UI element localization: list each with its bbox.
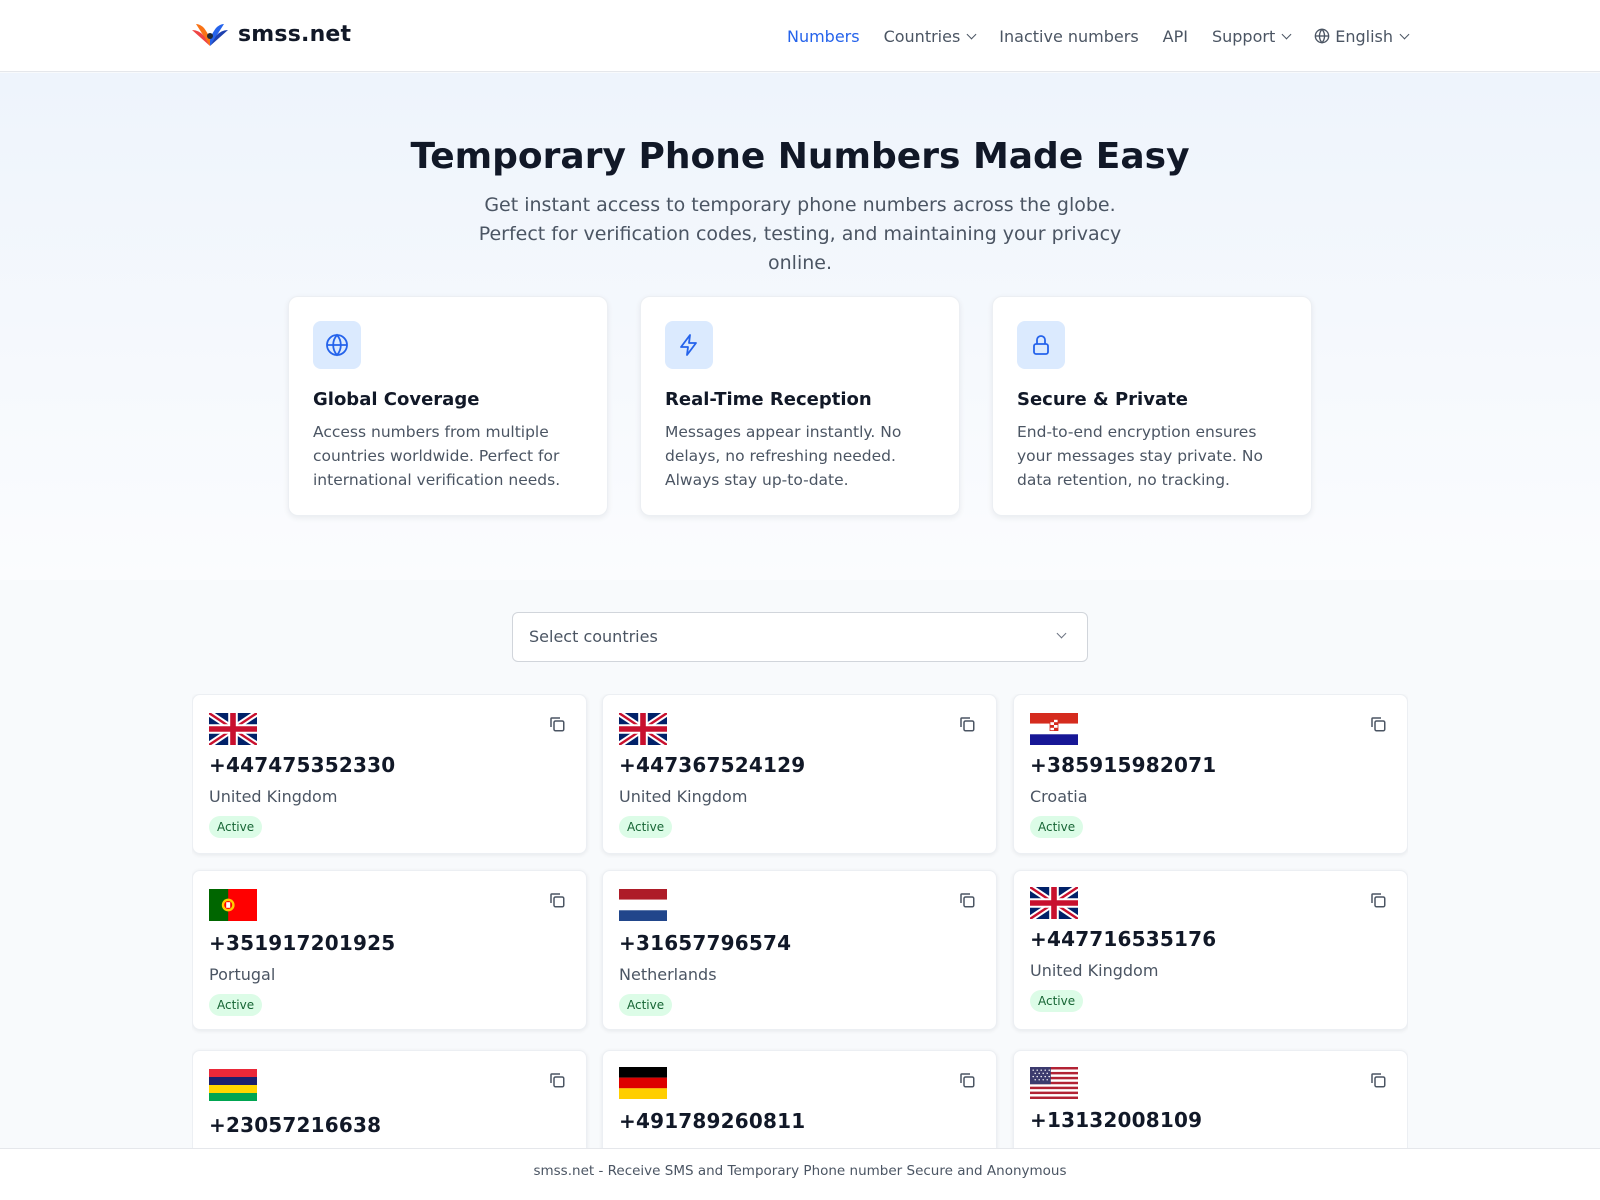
copy-icon[interactable] [958, 1071, 976, 1089]
copy-icon[interactable] [1369, 715, 1387, 733]
feature-cards: Global Coverage Access numbers from mult… [288, 296, 1312, 516]
copy-icon[interactable] [548, 891, 566, 909]
feature-title: Global Coverage [313, 389, 480, 410]
phone-number: +31657796574 [619, 931, 792, 955]
number-card[interactable]: +447475352330 United Kingdom Active [192, 694, 587, 854]
chevron-down-icon [1281, 29, 1292, 39]
chevron-down-icon [966, 29, 977, 39]
nav-item-api-label: API [1162, 26, 1188, 46]
copy-icon[interactable] [958, 891, 976, 909]
phone-number: +447367524129 [619, 753, 806, 777]
netherlands-flag-icon [619, 889, 667, 921]
hero-subtitle: Get instant access to temporary phone nu… [478, 194, 1122, 274]
nav-item-api[interactable]: API [1163, 27, 1188, 46]
feature-icon-wrapper [1017, 321, 1065, 369]
phone-number: +13132008109 [1030, 1108, 1203, 1132]
phone-number: +491789260811 [619, 1109, 806, 1133]
feature-card-secure-private: Secure & Private End-to-end encryption e… [992, 296, 1312, 516]
usa-flag-icon [1030, 1067, 1078, 1099]
number-card[interactable]: +447367524129 United Kingdom Active [602, 694, 997, 854]
phone-number: +447716535176 [1030, 927, 1217, 951]
copy-icon[interactable] [1369, 1071, 1387, 1089]
copy-icon[interactable] [548, 1071, 566, 1089]
globe-icon [326, 333, 348, 357]
nav-item-countries[interactable]: Countries [883, 26, 977, 46]
country-name: Croatia [1030, 787, 1088, 806]
footer-text: smss.net - Receive SMS and Temporary Pho… [533, 1163, 1067, 1179]
number-card[interactable]: +447716535176 United Kingdom Active [1013, 870, 1408, 1030]
feature-title: Secure & Private [1017, 389, 1188, 410]
country-name: United Kingdom [209, 787, 338, 806]
phone-number: +23057216638 [209, 1113, 382, 1137]
language-selector[interactable]: English [1314, 26, 1410, 46]
uk-flag-icon [1030, 887, 1078, 919]
phone-number: +351917201925 [209, 931, 396, 955]
uk-flag-icon [209, 713, 257, 745]
nav-item-numbers[interactable]: Numbers [787, 27, 860, 46]
feature-icon-wrapper [313, 321, 361, 369]
number-card[interactable]: +351917201925 Portugal Active [192, 870, 587, 1030]
hero-section: Temporary Phone Numbers Made Easy Get in… [0, 73, 1600, 580]
country-name: United Kingdom [619, 787, 748, 806]
copy-icon[interactable] [1369, 891, 1387, 909]
country-name: Portugal [209, 965, 276, 984]
number-card[interactable]: +491789260811 [602, 1050, 997, 1148]
number-card[interactable]: +13132008109 [1013, 1050, 1408, 1148]
copy-icon[interactable] [548, 715, 566, 733]
phone-number: +385915982071 [1030, 753, 1217, 777]
page-footer: smss.net - Receive SMS and Temporary Pho… [0, 1148, 1600, 1200]
language-label: English [1335, 26, 1393, 46]
globe-icon [1314, 28, 1330, 44]
nav-item-support-label: Support [1211, 26, 1276, 46]
germany-flag-icon [619, 1067, 667, 1099]
status-badge: Active [209, 816, 263, 838]
uk-flag-icon [619, 713, 667, 745]
portugal-flag-icon [209, 889, 257, 921]
phone-number: +447475352330 [209, 753, 396, 777]
chevron-down-icon [1056, 628, 1067, 639]
mauritius-flag-icon [209, 1069, 257, 1101]
nav-item-inactive-numbers[interactable]: Inactive numbers [999, 27, 1138, 46]
copy-icon[interactable] [958, 715, 976, 733]
lock-icon [1033, 335, 1049, 355]
country-name: United Kingdom [1030, 961, 1159, 980]
feature-description: Messages appear instantly. No delays, no… [665, 423, 902, 489]
top-navbar: smss.net Numbers Countries Inactive numb… [0, 0, 1600, 72]
bird-logo-icon [192, 24, 228, 46]
lightning-icon [680, 334, 697, 356]
country-name: Netherlands [619, 965, 717, 984]
nav-item-countries-label: Countries [883, 26, 961, 46]
nav-item-inactive-label: Inactive numbers [999, 26, 1139, 46]
country-select-placeholder: Select countries [529, 627, 658, 646]
feature-icon-wrapper [665, 321, 713, 369]
feature-card-real-time: Real-Time Reception Messages appear inst… [640, 296, 960, 516]
number-card[interactable]: +385915982071 Croatia Active [1013, 694, 1408, 854]
country-select-dropdown[interactable]: Select countries [512, 612, 1088, 662]
hero-title: Temporary Phone Numbers Made Easy [410, 136, 1190, 177]
feature-description: Access numbers from multiple countries w… [313, 423, 561, 489]
numbers-grid: +447475352330 United Kingdom Active +447… [192, 694, 1408, 1148]
brand-name: smss.net [238, 21, 352, 47]
feature-description: End-to-end encryption ensures your messa… [1017, 423, 1263, 489]
croatia-flag-icon [1030, 713, 1078, 745]
feature-card-global-coverage: Global Coverage Access numbers from mult… [288, 296, 608, 516]
status-badge: Active [619, 994, 673, 1016]
number-card[interactable]: +23057216638 [192, 1050, 587, 1148]
number-card[interactable]: +31657796574 Netherlands Active [602, 870, 997, 1030]
status-badge: Active [1030, 816, 1084, 838]
chevron-down-icon [1399, 29, 1410, 39]
feature-title: Real-Time Reception [665, 389, 872, 410]
status-badge: Active [1030, 990, 1084, 1012]
brand-logo-link[interactable]: smss.net [190, 18, 351, 50]
nav-item-numbers-label: Numbers [786, 26, 860, 46]
status-badge: Active [209, 994, 263, 1016]
nav-item-support[interactable]: Support [1211, 26, 1292, 46]
status-badge: Active [619, 816, 673, 838]
